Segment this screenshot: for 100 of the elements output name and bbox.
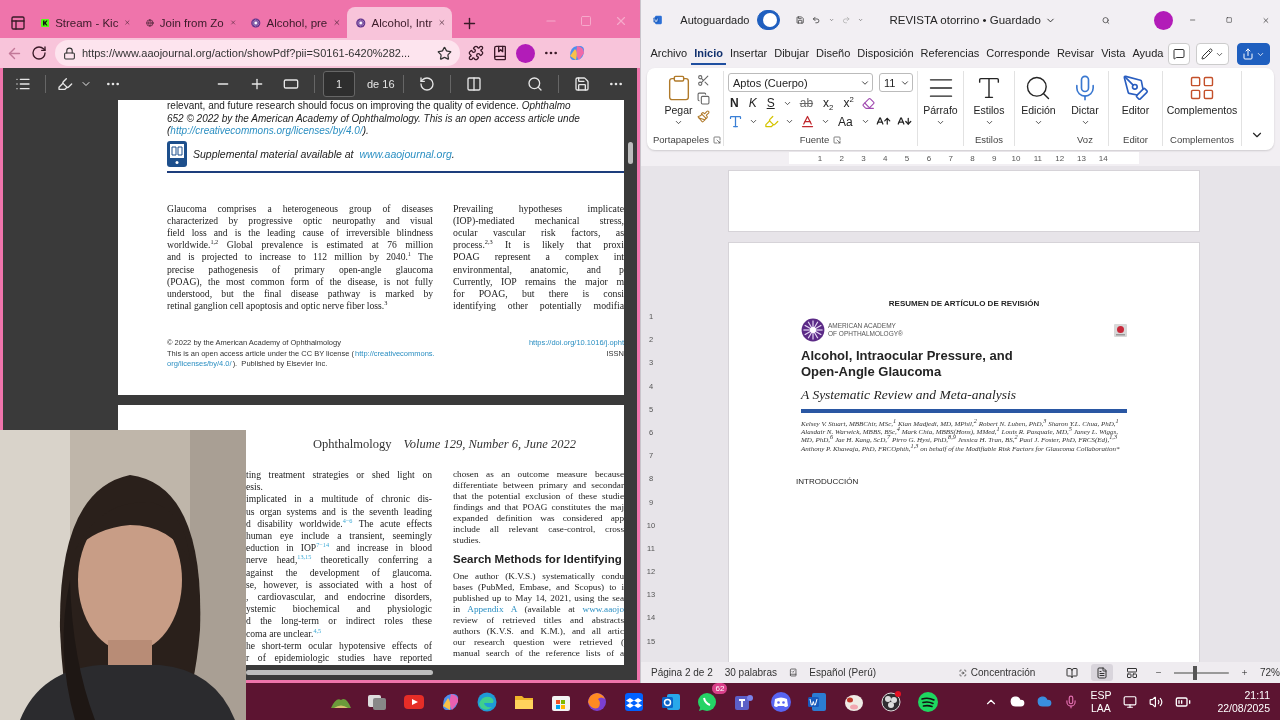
menu-tab[interactable]: Revisar — [1053, 43, 1098, 65]
format-button[interactable]: x$_{2}$ — [821, 96, 836, 110]
text-line: implicated in a multitude of chronic dis- — [246, 493, 432, 506]
issue-info: Volume 129, Number 6, June 2022 — [403, 437, 576, 452]
focus-label[interactable]: Concentración — [970, 667, 1036, 678]
group-label: Estilos — [975, 134, 1003, 145]
text-line: Prevailing hypotheses implicate — [453, 202, 624, 215]
menu-tab[interactable]: Diseño — [812, 43, 854, 65]
format-button[interactable]: S — [764, 96, 777, 110]
link[interactable]: http://creativecommons.org/licenses/by/4.0/ — [170, 125, 363, 136]
ribbon-button[interactable]: Estilos — [973, 71, 1005, 127]
text-line: One author (K.V.S.) systematically condu — [453, 571, 624, 582]
menu-tab[interactable]: Corresponde — [982, 43, 1054, 65]
article-subtitle: A Systematic Review and Meta-analysis — [801, 387, 1017, 403]
text-line: Supplemental material available at — [193, 147, 354, 160]
link[interactable]: www.aaojo — [582, 604, 624, 614]
text-line: Currently, IOP remains the major m — [453, 275, 624, 288]
text-line: environmental, anatomic, and p — [453, 263, 624, 276]
text-line: d disability worldwide.$^{4−6}$ The acute effects — [246, 517, 432, 530]
format-button[interactable]: ab — [797, 96, 816, 110]
article-title: Alcohol, Intraocular Pressure, and Open-Angle Glaucoma — [801, 348, 1014, 380]
browser-tab[interactable]: Join from Zo — [137, 7, 242, 38]
text-line: characterized by progressive optic neuropathy and visual — [167, 214, 433, 227]
text-line: . — [451, 147, 455, 160]
text-line: studies. — [453, 535, 482, 546]
link[interactable]: www.aaojournal.org — [359, 147, 452, 160]
ruler: 1 2 3 4 5 6 7 8 9 10 11 12 13 14 — [641, 150, 1280, 166]
text-line: precise pathogenesis of primary open-angle glaucoma — [167, 263, 433, 276]
text-line: worldwide.$^{1,2}$ Global prevalence is estimated at 76 million — [167, 239, 433, 252]
text-line: relevant, and future research should focus on improving the quality of evidence. Ophthalmo — [166, 100, 572, 113]
text-line: process.$^{2,3}$ It is likely that proxi — [453, 239, 624, 252]
ribbon-button[interactable]: Editor — [1121, 71, 1150, 116]
group-label: Fuente — [799, 134, 830, 145]
text-line: he short-term ocular hypotensive effects of — [246, 639, 432, 653]
text-line: differentiate between primary and secondar — [453, 480, 624, 491]
menu-tab[interactable]: Ayuda — [1128, 43, 1167, 65]
text-line: ting treatment strategies or shed light on — [246, 469, 432, 482]
text-line: ( — [167, 125, 171, 136]
ribbon-button[interactable]: Edición — [1021, 71, 1056, 127]
page-indicator[interactable]: Página 2 de 2 — [651, 667, 713, 678]
menu-tab[interactable]: Disposición — [853, 43, 918, 65]
text-line: that the potential exclusion of these studie — [453, 491, 624, 502]
text-line: our research question were retrieved ( — [453, 637, 624, 648]
text-line: Glaucoma comprises a heterogeneous group of diseases — [167, 202, 433, 215]
browser-tab[interactable]: Alcohol, pre — [242, 7, 347, 38]
clock[interactable]: 21:11 22/08/2025 — [1217, 688, 1270, 715]
format-button[interactable]: x$^{2}$ — [841, 96, 856, 110]
text-line: esis. — [246, 481, 264, 494]
text-line: ystemic biochemical and physiologic — [246, 603, 432, 616]
text-line: review of retrieved titles and abstracts — [453, 615, 624, 626]
text-line: understood, but the final disease pathway is marked by — [167, 287, 433, 301]
text-line: human eye include a transient, seemingly — [246, 530, 432, 543]
link[interactable]: Appendix A — [467, 604, 517, 614]
page-number-field[interactable]: 1 — [323, 71, 355, 97]
keyboard-language[interactable]: ESP LAA — [1090, 688, 1112, 715]
section-heading: Search Methods for Identifying — [453, 552, 623, 566]
word-count[interactable]: 30 palabras — [724, 667, 777, 678]
section-heading: INTRODUCCIÓN — [796, 476, 860, 486]
text-line: expanded definition was considered app — [453, 513, 624, 524]
text-line: d the long-term or indirect roles these — [246, 615, 432, 628]
text-line: in — [453, 604, 462, 614]
journal-name: Ophthalmology — [313, 437, 392, 452]
page-count: de 16 — [367, 78, 395, 90]
zoom-level[interactable]: 72% — [1260, 667, 1280, 678]
language-label[interactable]: Español (Perú) — [809, 667, 877, 678]
menu-tab[interactable]: Archivo — [647, 43, 691, 65]
menu-tab[interactable]: Insertar — [726, 43, 771, 65]
menu-tab[interactable]: Vista — [1097, 43, 1129, 65]
text-line: and is projected to increase to 112 million by 2040.$^{1}$ The — [167, 251, 433, 264]
text-line: identifying other potentially modifia — [453, 300, 624, 313]
document-title[interactable]: REVISTA otorrino • Guardado — [889, 14, 1056, 26]
group-label: Voz — [1077, 134, 1093, 145]
font-name-field[interactable]: Aptos (Cuerpo) — [728, 73, 873, 92]
menu-tab[interactable]: Referencias — [917, 43, 983, 65]
browser-tab[interactable]: Stream - Kic — [32, 7, 137, 38]
group-label: Portapapeles — [653, 134, 709, 145]
paste-button[interactable]: Pegar — [664, 71, 693, 127]
text-line: , cardiovascular, and endocrine disorders, — [246, 591, 432, 604]
text-line: (IOP)-mediated mechanical stress, — [453, 214, 624, 227]
text-line: r of epidemiologic studies have reported — [246, 652, 432, 665]
change-case-button[interactable]: Aa — [836, 114, 855, 129]
font-size-field[interactable]: 11 — [879, 73, 913, 92]
text-line: manual search of the reference lists of a — [453, 648, 624, 659]
ribbon-button[interactable]: Párrafo — [923, 71, 958, 127]
address-field[interactable]: https://www.aaojournal.org/action/showPdf?pii=S0161-6420%282... — [55, 40, 460, 66]
text-line: 652 © 2022 by the American Academy of Ophthalmology. This is an open access article unde — [166, 112, 581, 125]
format-button[interactable]: K — [746, 96, 759, 110]
text-line: bases (PubMed, Embase, and Scopus) to i — [453, 582, 624, 593]
menu-tab[interactable]: Inicio — [690, 43, 727, 65]
menu-tab[interactable]: Dibujar — [770, 43, 813, 65]
text-line: field loss and is the leading cause of irreversible blindness — [167, 226, 433, 240]
format-button[interactable]: N — [728, 96, 741, 110]
text-line: ). — [362, 125, 369, 136]
group-label: Editor — [1123, 134, 1148, 145]
text-line: chosen as an outcome measure because — [453, 469, 624, 480]
browser-tab[interactable]: Alcohol, Intr — [347, 7, 452, 38]
ribbon-button[interactable]: Dictar — [1071, 71, 1099, 127]
text-line: eduction in IOP$^{7−14}$ and increase in blood — [246, 542, 432, 555]
ribbon-button[interactable]: Complementos — [1166, 71, 1238, 116]
text-line: nerve head,$^{13,15}$ theoretically conferring a — [246, 554, 432, 567]
